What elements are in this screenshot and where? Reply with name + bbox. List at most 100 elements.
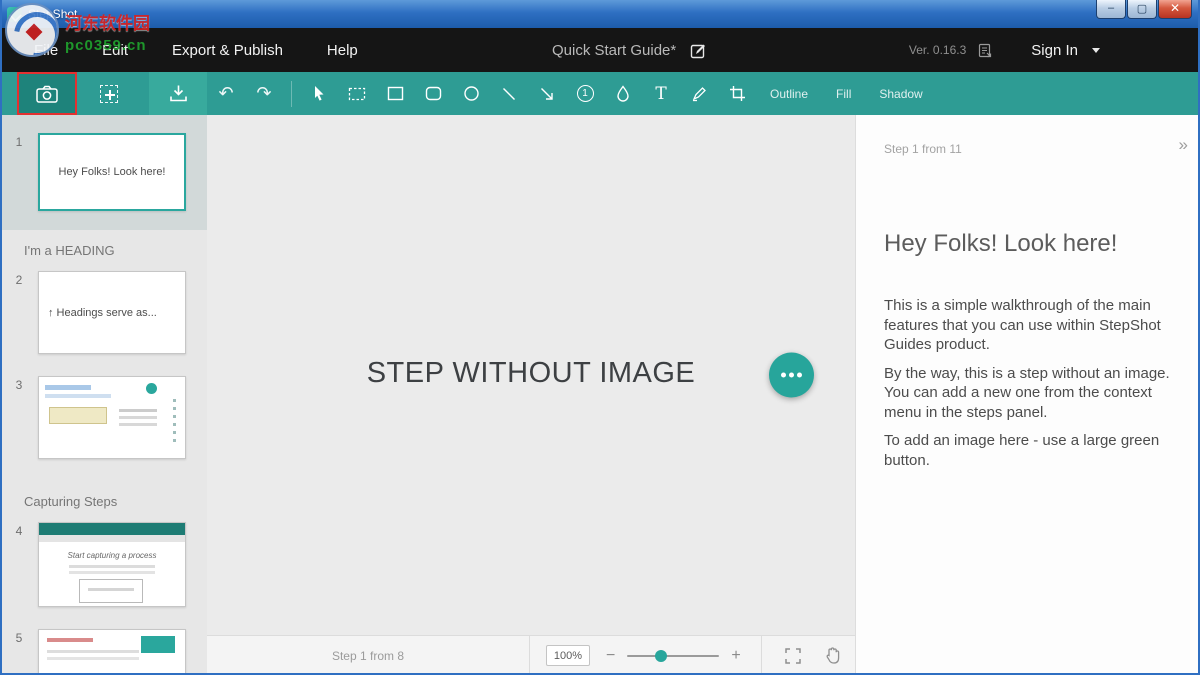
step-thumbnail[interactable]: ↑ Headings serve as...: [38, 271, 186, 354]
sidebar-step-4[interactable]: 4 Start capturing a process: [0, 522, 207, 607]
thumbnail-decoration: [146, 383, 157, 394]
zoom-slider[interactable]: [627, 649, 719, 663]
sidebar-step-3[interactable]: 3: [0, 376, 207, 459]
close-button[interactable]: ✕: [1158, 0, 1192, 19]
thumbnail-decoration: [39, 523, 185, 535]
capture-button[interactable]: [17, 72, 77, 115]
zoom-slider-thumb[interactable]: [655, 650, 667, 662]
step-number: 4: [0, 522, 38, 607]
thumbnail-decoration: [79, 579, 143, 603]
canvas-statusbar: Step 1 from 8 100% − +: [207, 635, 855, 675]
sequence-badge-icon: 1: [577, 85, 594, 102]
blur-tool[interactable]: [604, 72, 642, 115]
sequence-badge-tool[interactable]: 1: [566, 72, 604, 115]
step-paragraph[interactable]: By the way, this is a step without an im…: [884, 364, 1178, 423]
line-tool[interactable]: [490, 72, 528, 115]
sidebar-step-1[interactable]: 1 Hey Folks! Look here!: [0, 115, 207, 230]
arrow-tool[interactable]: [528, 72, 566, 115]
maximize-button[interactable]: ▢: [1127, 0, 1157, 19]
sidebar-step-2[interactable]: 2 ↑ Headings serve as...: [0, 271, 207, 354]
fill-option[interactable]: Fill: [822, 87, 865, 101]
menubar: File Edit Export & Publish Help Quick St…: [0, 28, 1200, 72]
text-icon: T: [655, 84, 666, 104]
zoom-slider-track: [627, 655, 719, 657]
step-description[interactable]: This is a simple walkthrough of the main…: [884, 296, 1178, 470]
step-number: 2: [0, 271, 38, 354]
line-icon: [501, 86, 517, 102]
marquee-tool[interactable]: [338, 72, 376, 115]
text-tool[interactable]: T: [642, 72, 680, 115]
redo-button[interactable]: ↷: [245, 72, 283, 115]
step-thumbnail-image[interactable]: Start capturing a process: [38, 522, 186, 607]
pencil-icon: [690, 42, 707, 59]
toolbar: ↶ ↷: [0, 72, 1200, 115]
step-paragraph[interactable]: To add an image here - use a large green…: [884, 431, 1178, 470]
app-title: StepShot: [28, 7, 77, 21]
document-icon[interactable]: [978, 43, 993, 58]
step-title[interactable]: Hey Folks! Look here!: [884, 230, 1178, 258]
step-thumbnail[interactable]: Hey Folks! Look here!: [38, 133, 186, 211]
document-title[interactable]: Quick Start Guide*: [552, 42, 676, 59]
thumbnail-decoration: [47, 650, 139, 653]
step-options-button[interactable]: [769, 353, 814, 398]
ellipse-tool[interactable]: [452, 72, 490, 115]
cursor-icon: [311, 85, 327, 102]
thumbnail-text: ↑ Headings serve as...: [39, 307, 157, 319]
outline-option[interactable]: Outline: [756, 87, 822, 101]
import-tray-icon: [169, 84, 188, 103]
thumbnail-decoration: [45, 385, 91, 390]
highlighter-tool[interactable]: [680, 72, 718, 115]
thumbnail-decoration: [69, 565, 155, 568]
minimize-button[interactable]: –: [1096, 0, 1126, 19]
chevron-down-icon[interactable]: [1092, 48, 1100, 53]
hand-icon: [824, 646, 842, 666]
maximize-icon: ▢: [1137, 2, 1147, 15]
step-number: 3: [0, 376, 38, 459]
shadow-option[interactable]: Shadow: [865, 87, 936, 101]
crop-icon: [729, 85, 746, 102]
zoom-level-field[interactable]: 100%: [546, 645, 590, 666]
fit-to-screen-button[interactable]: [784, 647, 802, 665]
thumbnail-decoration: [39, 535, 185, 542]
version-label: Ver. 0.16.3: [909, 43, 966, 57]
titlebar: StepShot – ▢ ✕: [0, 0, 1200, 28]
menu-help[interactable]: Help: [305, 42, 380, 59]
select-tool[interactable]: [300, 72, 338, 115]
dot: [781, 373, 786, 378]
rounded-rectangle-icon: [425, 86, 442, 101]
fullscreen-icon: [784, 647, 802, 665]
sign-in-button[interactable]: Sign In: [1031, 42, 1078, 59]
thumbnail-text: Hey Folks! Look here!: [59, 166, 166, 178]
collapse-panel-button[interactable]: »: [1179, 135, 1188, 155]
rounded-rectangle-tool[interactable]: [414, 72, 452, 115]
steps-sidebar: 1 Hey Folks! Look here! I'm a HEADING 2 …: [0, 115, 207, 675]
import-button[interactable]: [149, 72, 207, 115]
zoom-out-button[interactable]: −: [606, 647, 615, 665]
rectangle-tool[interactable]: [376, 72, 414, 115]
zoom-in-button[interactable]: +: [731, 647, 740, 665]
pan-button[interactable]: [824, 646, 842, 666]
rectangle-icon: [387, 86, 404, 101]
thumbnail-decoration: [45, 394, 111, 398]
menu-edit[interactable]: Edit: [80, 42, 150, 59]
thumbnail-decoration: [47, 638, 93, 642]
panel-step-label: Step 1 from 11: [884, 142, 1178, 156]
step-position-label: Step 1 from 8: [207, 649, 529, 663]
step-thumbnail-image[interactable]: [38, 376, 186, 459]
minimize-icon: –: [1108, 2, 1114, 14]
dot: [797, 373, 802, 378]
selection-rect-icon: [348, 86, 366, 102]
menu-export-publish[interactable]: Export & Publish: [150, 42, 305, 59]
step-number: 1: [0, 133, 38, 211]
menu-file[interactable]: File: [12, 42, 80, 59]
rename-document-button[interactable]: [690, 42, 707, 59]
toolbar-divider: [291, 81, 292, 107]
step-paragraph[interactable]: This is a simple walkthrough of the main…: [884, 296, 1178, 355]
app-window: StepShot – ▢ ✕ File Edit Export & Publis…: [0, 0, 1200, 675]
crop-tool[interactable]: [718, 72, 756, 115]
step-thumbnail-image[interactable]: [38, 629, 186, 675]
sidebar-step-5[interactable]: 5: [0, 629, 207, 675]
undo-button[interactable]: ↶: [207, 72, 245, 115]
add-step-button[interactable]: [83, 72, 135, 115]
canvas-area[interactable]: STEP WITHOUT IMAGE: [207, 115, 855, 635]
